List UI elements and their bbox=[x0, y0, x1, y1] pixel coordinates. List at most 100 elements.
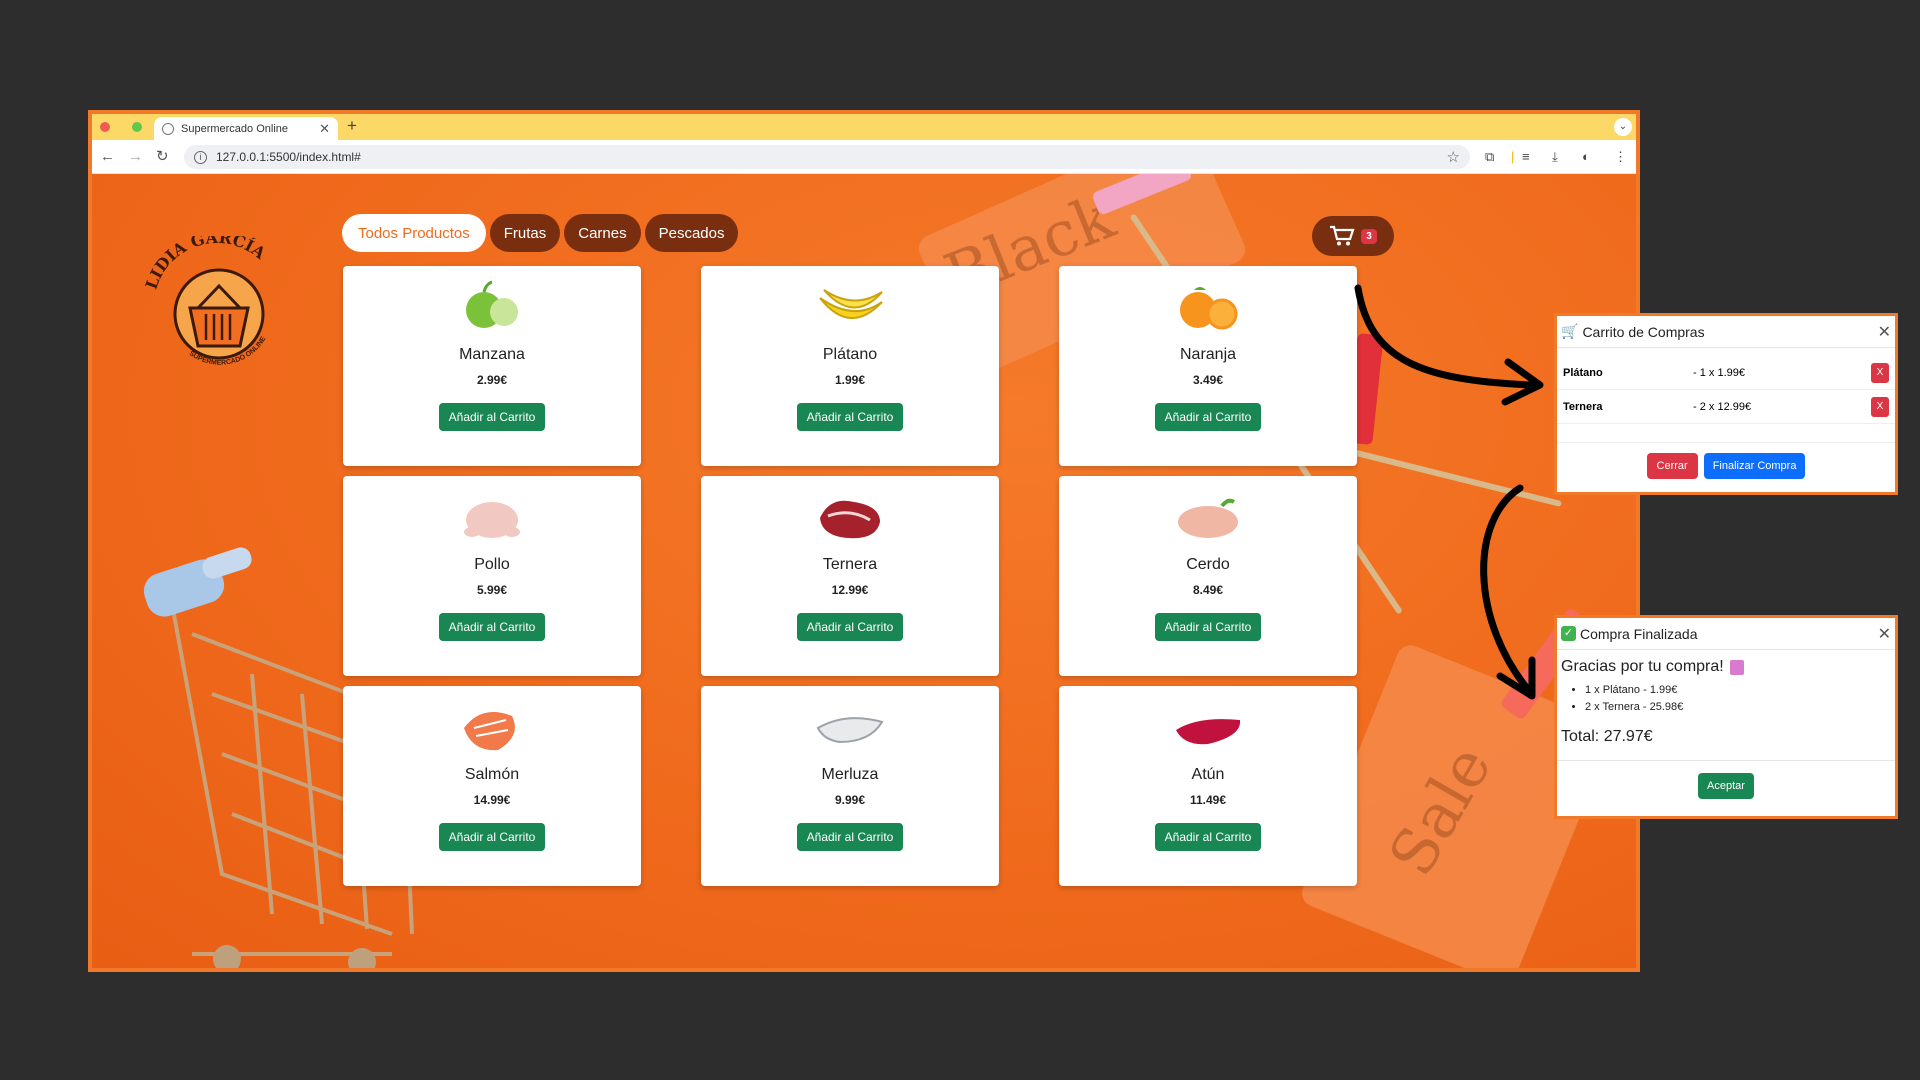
close-cart-button[interactable]: Cerrar bbox=[1646, 453, 1698, 479]
apple-icon bbox=[466, 280, 518, 328]
purchase-modal-title: Compra Finalizada bbox=[1580, 625, 1698, 642]
product-name: Naranja bbox=[1179, 346, 1237, 363]
brand-logo: LIDIA GARCÍA SUPERMERCADO ONLINE bbox=[142, 236, 270, 367]
product-card: Ternera 12.99€ Añadir al Carrito bbox=[701, 476, 999, 676]
close-icon[interactable]: ✕ bbox=[1878, 624, 1891, 644]
product-price: 12.99€ bbox=[831, 583, 869, 597]
add-to-cart-button[interactable]: Añadir al Carrito bbox=[438, 613, 546, 641]
product-name: Atún bbox=[1191, 766, 1225, 783]
product-grid: Manzana 2.99€ Añadir al Carrito Plátano 1.99… bbox=[343, 266, 1357, 886]
add-to-cart-button[interactable]: Añadir al Carrito bbox=[438, 403, 546, 431]
thank-you-message: Gracias por tu compra! bbox=[1561, 658, 1891, 676]
category-fruits-button[interactable]: Frutas bbox=[489, 214, 561, 252]
add-to-cart-button[interactable]: Añadir al Carrito bbox=[796, 403, 904, 431]
product-name: Cerdo bbox=[1186, 556, 1230, 573]
url-text: 127.0.0.1:5500/index.html# bbox=[216, 150, 361, 164]
extensions-icon[interactable]: ⧉ bbox=[1485, 148, 1494, 166]
product-card: Merluza 9.99€ Añadir al Carrito bbox=[701, 686, 999, 886]
site-info-icon[interactable]: i bbox=[194, 150, 207, 164]
download-icon[interactable]: ⤓ bbox=[1552, 148, 1558, 166]
cart-item-detail: - 1 x 1.99€ bbox=[1693, 366, 1745, 379]
accept-button[interactable]: Aceptar bbox=[1698, 773, 1754, 799]
cart-button[interactable]: 3 bbox=[1312, 216, 1394, 256]
category-all-button[interactable]: Todos Productos bbox=[342, 214, 486, 252]
close-icon[interactable]: ✕ bbox=[1878, 322, 1891, 342]
check-icon: ✓ bbox=[1561, 626, 1576, 641]
product-card: Plátano 1.99€ Añadir al Carrito bbox=[701, 266, 999, 466]
product-card: Naranja 3.49€ Añadir al Carrito bbox=[1059, 266, 1357, 466]
cart-item-name: Plátano bbox=[1563, 366, 1603, 379]
close-tab-icon[interactable]: ✕ bbox=[319, 121, 330, 137]
purchase-modal-footer: Aceptar bbox=[1557, 760, 1895, 799]
reading-list-icon[interactable]: ≡ bbox=[1522, 148, 1530, 166]
product-name: Plátano bbox=[822, 346, 878, 363]
product-name: Pollo bbox=[474, 556, 510, 573]
tab-search-button[interactable]: ⌄ bbox=[1614, 118, 1632, 136]
browser-window: Supermercado Online ✕ + ⌄ ← → ↻ i 127.0.… bbox=[88, 110, 1640, 972]
close-window-button[interactable] bbox=[100, 122, 110, 132]
add-to-cart-button[interactable]: Añadir al Carrito bbox=[1154, 403, 1262, 431]
banana-icon bbox=[819, 289, 883, 319]
cart-item-detail: - 2 x 12.99€ bbox=[1693, 400, 1752, 413]
add-to-cart-button[interactable]: Añadir al Carrito bbox=[1154, 613, 1262, 641]
page-viewport: Black Sale LIDIA GARCÍA SUPERMERCADO ONL… bbox=[92, 174, 1636, 968]
product-card: Salmón 14.99€ Añadir al Carrito bbox=[343, 686, 641, 886]
cart-modal-footer: Cerrar Finalizar Compra bbox=[1557, 442, 1895, 479]
remove-item-button[interactable]: X bbox=[1871, 396, 1889, 417]
forward-arrow-icon[interactable]: → bbox=[128, 148, 143, 166]
cart-item: Plátano - 1 x 1.99€ X bbox=[1557, 356, 1895, 390]
add-to-cart-button[interactable]: Añadir al Carrito bbox=[438, 823, 546, 851]
tab-bar: Supermercado Online ✕ + ⌄ bbox=[92, 114, 1636, 140]
cart-modal-header: 🛒 Carrito de Compras ✕ bbox=[1557, 316, 1895, 348]
add-to-cart-button[interactable]: Añadir al Carrito bbox=[1154, 823, 1262, 851]
browser-tab[interactable]: Supermercado Online ✕ bbox=[154, 117, 338, 140]
cart-item: Ternera - 2 x 12.99€ X bbox=[1557, 390, 1895, 424]
product-name: Ternera bbox=[822, 556, 878, 573]
cart-modal-title: Carrito de Compras bbox=[1582, 323, 1705, 340]
remove-item-button[interactable]: X bbox=[1871, 362, 1889, 383]
tuna-icon bbox=[1176, 719, 1241, 745]
address-bar: ← → ↻ i 127.0.0.1:5500/index.html# ☆ ⧉ |… bbox=[92, 140, 1636, 174]
bookmark-star-icon[interactable]: ☆ bbox=[1447, 148, 1460, 166]
category-meats-button[interactable]: Carnes bbox=[564, 214, 641, 252]
cart-icon bbox=[1330, 225, 1355, 246]
cart-count-badge: 3 bbox=[1361, 228, 1377, 244]
cart-modal: 🛒 Carrito de Compras ✕ Plátano - 1 x 1.9… bbox=[1554, 313, 1898, 495]
product-price: 3.49€ bbox=[1192, 373, 1224, 387]
purchase-line: 2 x Ternera - 25.98€ bbox=[1585, 699, 1891, 716]
category-fish-button[interactable]: Pescados bbox=[644, 214, 739, 252]
maximize-window-button[interactable] bbox=[132, 122, 142, 132]
product-price: 11.49€ bbox=[1189, 793, 1227, 807]
profile-icon[interactable]: ◐ bbox=[1582, 148, 1590, 166]
menu-kebab-icon[interactable]: ⋮ bbox=[1614, 148, 1627, 166]
product-name: Merluza bbox=[821, 766, 879, 783]
shopping-bag-icon bbox=[1729, 659, 1744, 675]
pork-icon bbox=[1178, 498, 1238, 538]
salmon-icon bbox=[464, 712, 515, 751]
new-tab-button[interactable]: + bbox=[347, 116, 357, 136]
tab-title: Supermercado Online bbox=[181, 122, 289, 135]
hake-icon bbox=[816, 717, 884, 744]
separator: | bbox=[1511, 149, 1515, 164]
product-name: Salmón bbox=[464, 766, 520, 783]
globe-icon bbox=[162, 122, 174, 135]
url-field[interactable]: i 127.0.0.1:5500/index.html# ☆ bbox=[184, 145, 1470, 169]
product-price: 14.99€ bbox=[473, 793, 511, 807]
add-to-cart-button[interactable]: Añadir al Carrito bbox=[796, 613, 904, 641]
purchase-summary-list: 1 x Plátano - 1.99€ 2 x Ternera - 25.98€ bbox=[1585, 682, 1891, 716]
thank-you-text: Gracias por tu compra! bbox=[1561, 658, 1724, 675]
cart-item-name: Ternera bbox=[1563, 400, 1603, 413]
product-name: Manzana bbox=[459, 346, 525, 363]
purchase-complete-modal: ✓ Compra Finalizada ✕ Gracias por tu com… bbox=[1554, 615, 1898, 819]
beef-icon bbox=[820, 500, 880, 539]
checkout-button[interactable]: Finalizar Compra bbox=[1703, 453, 1806, 479]
reload-icon[interactable]: ↻ bbox=[156, 148, 169, 166]
purchase-total: Total: 27.97€ bbox=[1561, 728, 1653, 745]
product-price: 2.99€ bbox=[476, 373, 508, 387]
add-to-cart-button[interactable]: Añadir al Carrito bbox=[796, 823, 904, 851]
product-card: Atún 11.49€ Añadir al Carrito bbox=[1059, 686, 1357, 886]
purchase-line: 1 x Plátano - 1.99€ bbox=[1585, 682, 1891, 699]
product-price: 5.99€ bbox=[476, 583, 508, 597]
category-nav: Todos Productos Frutas Carnes Pescados bbox=[342, 214, 739, 252]
back-arrow-icon[interactable]: ← bbox=[100, 148, 115, 166]
